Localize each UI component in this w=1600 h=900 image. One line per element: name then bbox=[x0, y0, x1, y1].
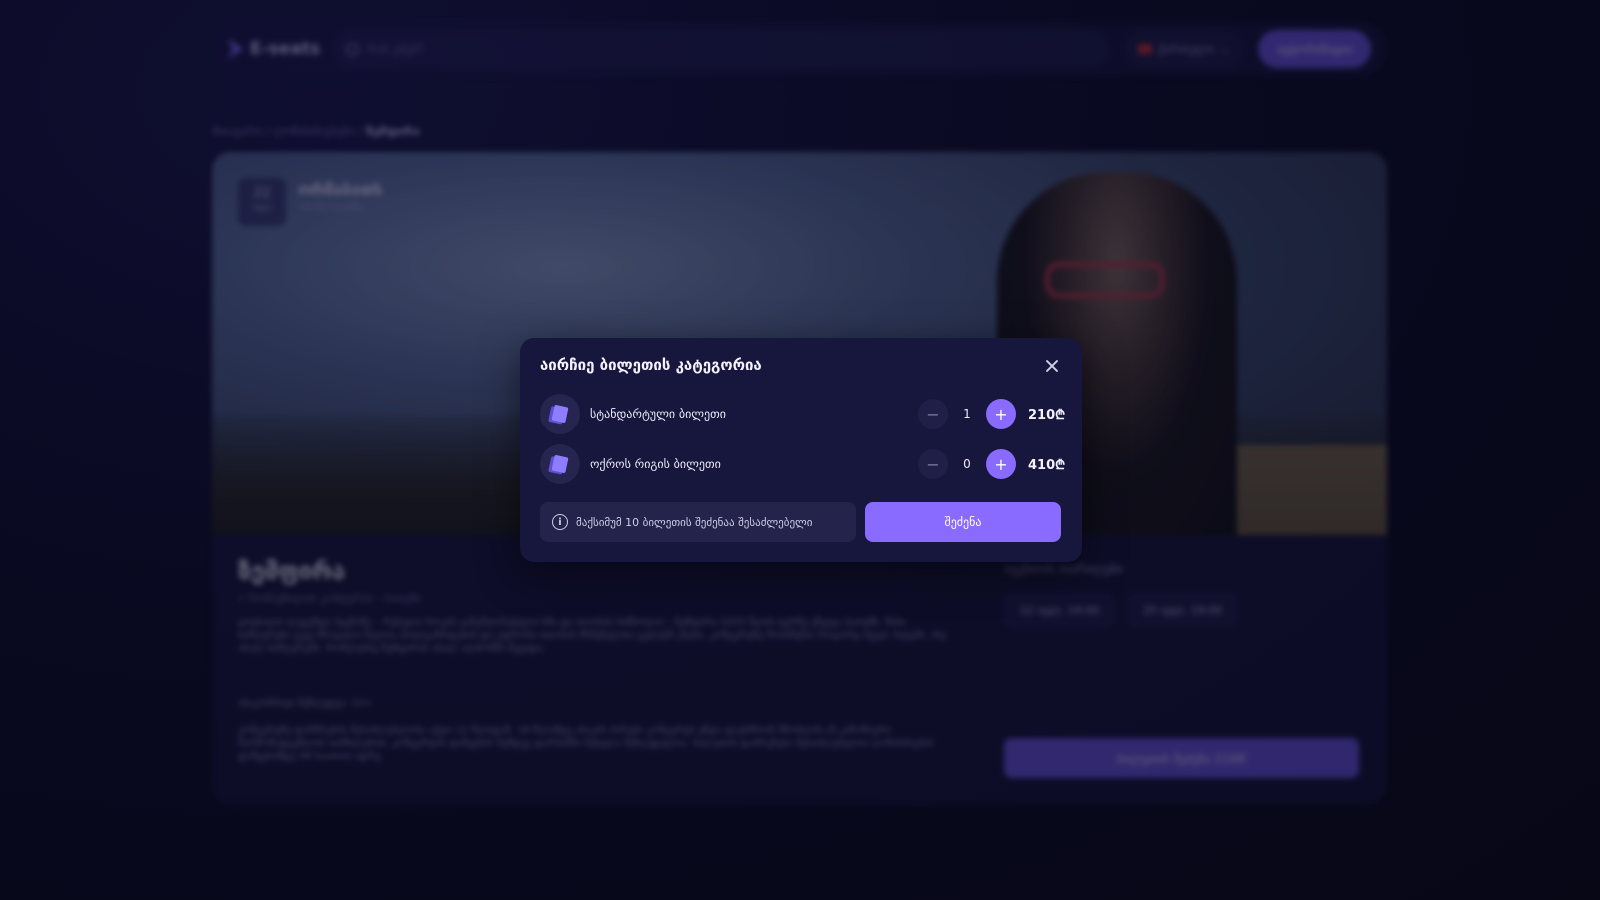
ticket-icon bbox=[540, 444, 580, 484]
increase-button[interactable]: + bbox=[986, 449, 1016, 479]
close-icon[interactable] bbox=[1040, 354, 1064, 378]
ticket-row-gold: ოქროს რიგის ბილეთი − 0 + 410₾ bbox=[540, 444, 1066, 484]
purchase-button[interactable]: შეძენა bbox=[865, 502, 1061, 542]
increase-button[interactable]: + bbox=[986, 399, 1016, 429]
quantity-value: 1 bbox=[963, 407, 971, 421]
info-text: მაქსიმუმ 10 ბილეთის შეძენაა შესაძლებელი bbox=[576, 515, 813, 529]
ticket-category-modal: აირჩიე ბილეთის კატეგორია სტანდარტული ბილ… bbox=[520, 338, 1082, 562]
ticket-icon bbox=[540, 394, 580, 434]
decrease-button[interactable]: − bbox=[918, 449, 948, 479]
ticket-name: სტანდარტული ბილეთი bbox=[590, 407, 726, 421]
max-tickets-notice: i მაქსიმუმ 10 ბილეთის შეძენაა შესაძლებელ… bbox=[540, 502, 856, 542]
ticket-price: 210₾ bbox=[1028, 408, 1066, 423]
quantity-stepper: − 1 + bbox=[918, 399, 1016, 429]
ticket-price: 410₾ bbox=[1028, 458, 1066, 473]
modal-title: აირჩიე ბილეთის კატეგორია bbox=[540, 356, 762, 374]
quantity-stepper: − 0 + bbox=[918, 449, 1016, 479]
info-icon: i bbox=[552, 514, 568, 530]
decrease-button[interactable]: − bbox=[918, 399, 948, 429]
quantity-value: 0 bbox=[963, 457, 971, 471]
ticket-name: ოქროს რიგის ბილეთი bbox=[590, 457, 721, 471]
ticket-row-standard: სტანდარტული ბილეთი − 1 + 210₾ bbox=[540, 394, 1066, 434]
